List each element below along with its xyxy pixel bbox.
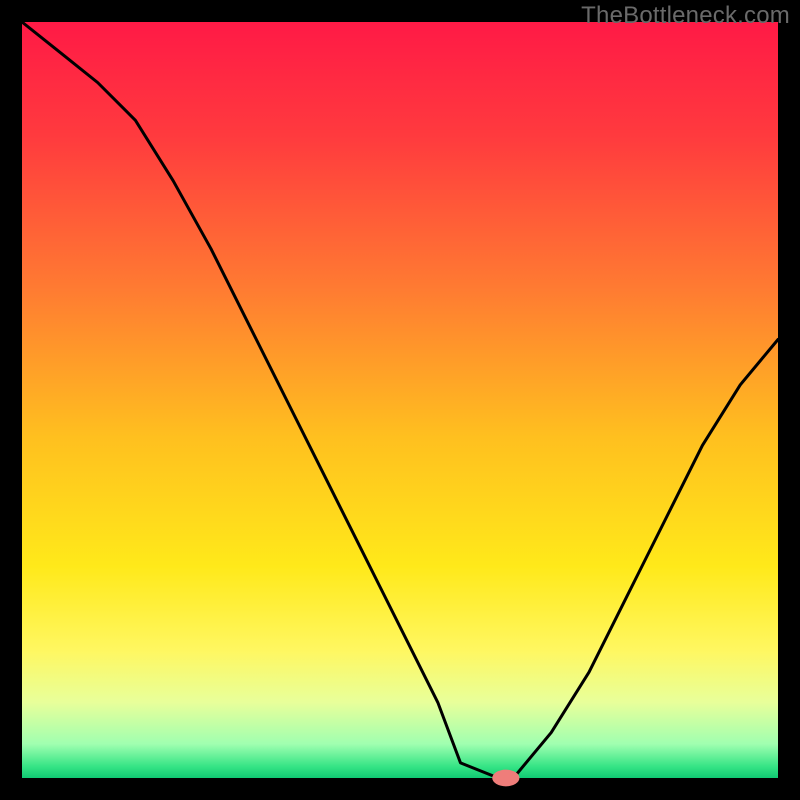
optimal-point-marker bbox=[492, 770, 519, 787]
bottleneck-chart bbox=[0, 0, 800, 800]
watermark-text: TheBottleneck.com bbox=[581, 2, 790, 30]
chart-container: TheBottleneck.com bbox=[0, 0, 800, 800]
plot-area bbox=[22, 22, 778, 778]
